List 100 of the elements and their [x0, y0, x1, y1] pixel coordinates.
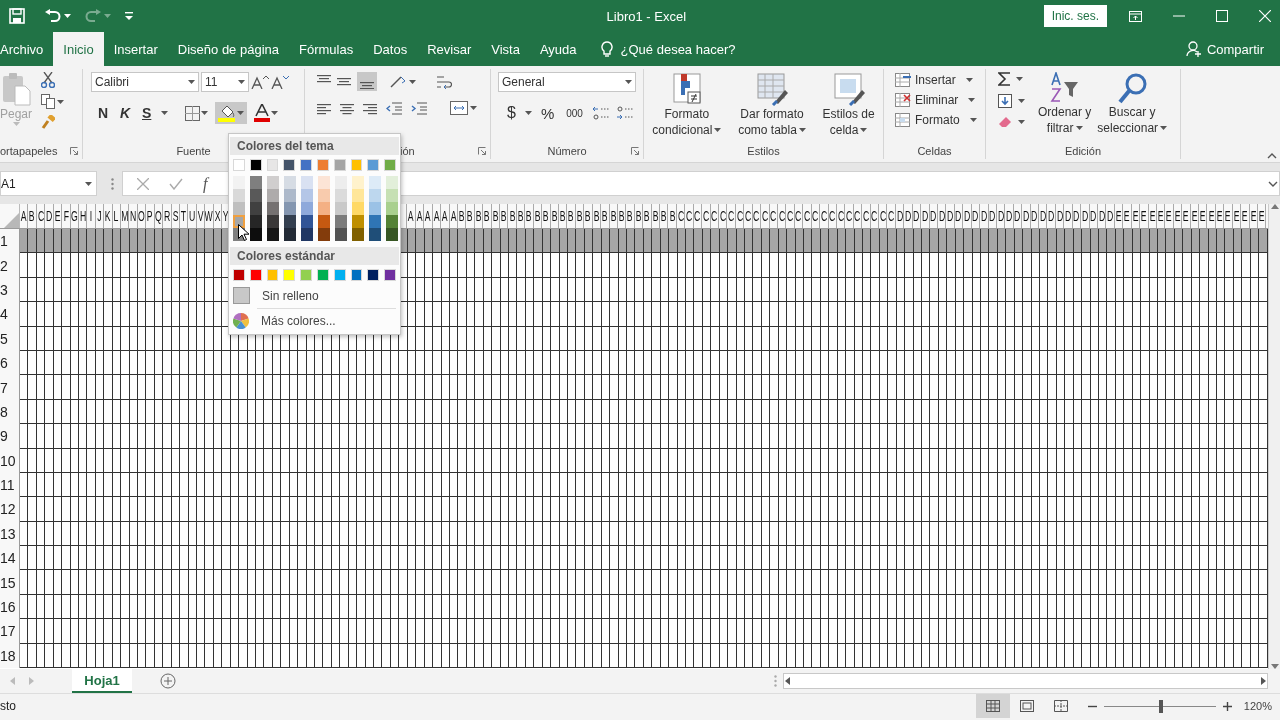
row-header[interactable]: 2 [0, 253, 20, 278]
eraser-icon[interactable] [998, 116, 1012, 128]
normal-view-icon[interactable] [985, 700, 1000, 712]
column-header[interactable]: C [744, 208, 752, 224]
column-header[interactable]: E [1157, 208, 1164, 224]
column-header[interactable]: B [475, 208, 482, 224]
column-header[interactable]: B [576, 208, 583, 224]
column-header[interactable]: D [1056, 208, 1063, 224]
page-layout-icon[interactable] [1019, 700, 1034, 712]
align-right-icon[interactable] [363, 101, 377, 115]
column-header[interactable]: D [1064, 208, 1072, 224]
column-header[interactable]: O [138, 208, 145, 224]
color-swatch[interactable] [352, 215, 364, 228]
styles-gallery-button[interactable]: Dar formato como tabla [735, 72, 809, 138]
column-header[interactable]: E [1191, 208, 1198, 224]
color-swatch[interactable] [318, 176, 330, 189]
column-header[interactable]: A [20, 208, 27, 224]
color-swatch[interactable] [386, 215, 398, 228]
column-header[interactable]: E [1225, 208, 1231, 224]
column-header[interactable]: C [812, 208, 819, 224]
color-swatch[interactable] [284, 202, 296, 215]
italic-button[interactable]: K [117, 103, 135, 123]
column-header[interactable]: W [205, 208, 213, 224]
column-header[interactable]: D [904, 208, 912, 224]
color-swatch[interactable] [369, 189, 381, 202]
row-header[interactable]: 8 [0, 399, 20, 425]
editing-button[interactable]: Buscar y seleccionar [1094, 72, 1171, 136]
column-header[interactable]: D [963, 208, 971, 224]
column-header[interactable]: E [1183, 208, 1189, 224]
color-swatch[interactable] [284, 176, 296, 189]
merge-center-icon[interactable] [450, 101, 468, 115]
color-swatch[interactable] [284, 228, 296, 241]
zoom-in-icon[interactable] [1222, 701, 1232, 711]
fill-down-icon[interactable] [998, 94, 1012, 108]
row-header[interactable]: 16 [0, 594, 20, 620]
sign-in-button[interactable]: Inic. ses. [1043, 5, 1107, 27]
vertical-scrollbar[interactable] [1268, 204, 1280, 669]
color-swatch[interactable] [350, 159, 363, 171]
column-header[interactable]: B [660, 208, 667, 224]
format-painter-icon[interactable] [41, 115, 56, 129]
row-header[interactable]: 3 [0, 277, 20, 303]
column-header[interactable]: B [458, 208, 465, 224]
color-swatch[interactable] [318, 189, 330, 202]
color-swatch[interactable] [250, 202, 262, 215]
row-header[interactable]: 9 [0, 424, 20, 449]
font-size-field[interactable]: 11 [201, 72, 249, 92]
column-header[interactable]: D [1090, 208, 1097, 224]
column-header[interactable]: E [1149, 208, 1156, 224]
save-icon[interactable] [9, 8, 25, 24]
increase-decimal-icon[interactable] [591, 105, 610, 121]
font-name-field[interactable]: Calibri [91, 72, 199, 92]
ribbon-tab[interactable]: Ayuda [529, 32, 587, 66]
row-header[interactable]: 7 [0, 375, 20, 400]
scissors-icon[interactable] [41, 72, 56, 88]
column-header[interactable]: C [888, 208, 895, 224]
row-header[interactable]: 5 [0, 326, 20, 351]
column-header[interactable]: E [1258, 208, 1265, 224]
column-header[interactable]: C [719, 208, 726, 224]
color-swatch[interactable] [233, 176, 245, 189]
column-header[interactable]: C [786, 208, 794, 224]
column-header[interactable]: C [829, 208, 836, 224]
column-header[interactable]: D [980, 208, 987, 224]
color-swatch[interactable] [283, 269, 296, 281]
row-header[interactable]: 13 [0, 521, 20, 547]
color-swatch[interactable] [301, 228, 313, 241]
color-swatch[interactable] [233, 269, 245, 281]
color-swatch[interactable] [267, 189, 279, 202]
column-header[interactable]: I [89, 208, 93, 224]
enter-icon[interactable] [169, 177, 183, 190]
color-swatch[interactable] [233, 159, 245, 171]
color-swatch[interactable] [317, 269, 329, 281]
column-header[interactable]: S [172, 208, 179, 224]
cells-menu-button[interactable]: Formato [892, 112, 980, 128]
ribbon-tab[interactable]: Insertar [103, 32, 168, 66]
column-header[interactable]: E [1132, 208, 1139, 224]
column-header[interactable]: D [938, 208, 945, 224]
sheet-tab[interactable]: Hoja1 [72, 669, 132, 693]
scroll-left-icon[interactable] [784, 677, 792, 685]
color-swatch[interactable] [318, 202, 330, 215]
next-sheet-icon[interactable] [29, 677, 34, 685]
column-header[interactable]: B [484, 208, 490, 224]
column-header[interactable]: A [416, 208, 423, 224]
text-orientation-icon[interactable] [389, 74, 407, 89]
column-header[interactable]: D [1048, 208, 1055, 224]
color-swatch[interactable] [369, 228, 381, 241]
column-header[interactable]: E [1208, 208, 1215, 224]
color-swatch[interactable] [386, 176, 398, 189]
undo-icon[interactable] [45, 9, 61, 23]
column-header[interactable]: B [492, 208, 499, 224]
copy-icon[interactable] [41, 94, 56, 109]
color-swatch[interactable] [233, 215, 245, 228]
column-header[interactable]: H [79, 208, 86, 224]
column-header[interactable]: D [1022, 208, 1030, 224]
color-swatch[interactable] [250, 215, 262, 228]
color-swatch[interactable] [283, 159, 296, 171]
column-header[interactable]: B [644, 208, 650, 224]
dialog-launcher-icon[interactable] [478, 147, 486, 155]
column-header[interactable]: D [997, 208, 1004, 224]
column-header[interactable]: X [214, 208, 221, 224]
row-header[interactable]: 14 [0, 546, 20, 571]
